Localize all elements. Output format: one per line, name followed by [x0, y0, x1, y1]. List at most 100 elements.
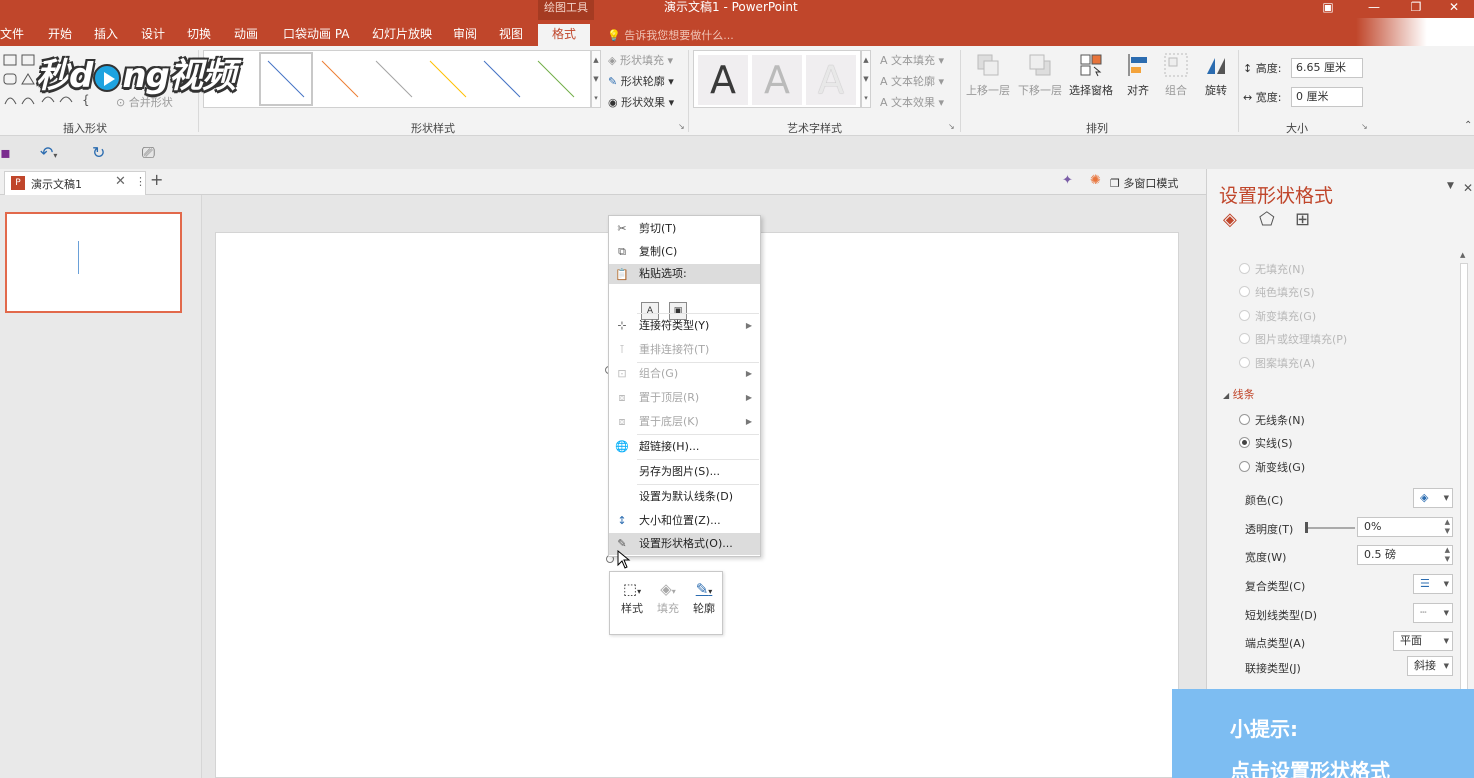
wordart-gallery[interactable]: A A A: [693, 50, 861, 108]
shape-fill-button[interactable]: ◈ 形状填充 ▾: [608, 52, 673, 68]
wordart-style-2[interactable]: A: [752, 55, 802, 105]
gallery-scroll[interactable]: ▲ ▼ ▾: [591, 50, 601, 108]
radio-solid-fill[interactable]: [1239, 286, 1250, 297]
menu-item-copy[interactable]: ⧉ 复制(C): [609, 241, 760, 263]
add-tab-icon[interactable]: +: [150, 170, 163, 189]
join-type-dropdown[interactable]: 斜接: [1407, 656, 1453, 676]
wordart-launcher-icon[interactable]: ↘: [948, 122, 955, 131]
powerpoint-icon: P: [11, 176, 25, 190]
tab-design[interactable]: 设计: [141, 26, 165, 46]
line-style-swatches[interactable]: [204, 51, 590, 107]
tab-file[interactable]: 文件: [0, 26, 24, 46]
menu-item-hyperlink[interactable]: 🌐 超链接(H)...: [609, 436, 760, 458]
send-backward-button[interactable]: 下移一层: [1012, 52, 1068, 98]
pin-icon[interactable]: ✦: [1062, 173, 1073, 188]
tab-view[interactable]: 视图: [499, 26, 523, 46]
spinner-icon[interactable]: ▲ ▼: [1445, 546, 1450, 564]
height-input[interactable]: 6.65 厘米: [1291, 58, 1363, 78]
minimize-icon[interactable]: —: [1354, 0, 1394, 14]
restore-icon[interactable]: ❐: [1396, 0, 1436, 14]
wordart-style-1[interactable]: A: [698, 55, 748, 105]
shape-style-gallery[interactable]: [203, 50, 591, 108]
radio-solid-line[interactable]: [1239, 437, 1250, 448]
transparency-slider[interactable]: [1305, 522, 1355, 533]
undo-icon[interactable]: ↶▾: [40, 143, 57, 162]
radio-pattern-fill[interactable]: [1239, 357, 1250, 368]
multi-window-button[interactable]: ❐ 多窗口模式: [1110, 175, 1178, 191]
tell-me-search[interactable]: 💡 告诉我您想要做什么...: [607, 27, 734, 43]
menu-item-save-as-picture[interactable]: 另存为图片(S)...: [609, 461, 760, 483]
compound-type-dropdown[interactable]: ☰: [1413, 574, 1453, 594]
submenu-arrow-icon: ▶: [745, 417, 752, 426]
collapse-ribbon-icon[interactable]: ⌃: [1464, 120, 1472, 131]
tab-format[interactable]: 格式: [538, 24, 591, 46]
radio-no-line[interactable]: [1239, 414, 1250, 425]
rotate-button[interactable]: 旋转: [1188, 52, 1244, 98]
bring-forward-button[interactable]: 上移一层: [960, 52, 1016, 98]
spinner-icon[interactable]: ▲ ▼: [1445, 518, 1450, 536]
shape-styles-launcher-icon[interactable]: ↘: [678, 122, 685, 131]
color-picker-button[interactable]: ◈: [1413, 488, 1453, 508]
menu-item-cut[interactable]: ✂ 剪切(T): [609, 218, 760, 240]
radio-no-fill[interactable]: [1239, 263, 1250, 274]
width-input[interactable]: 0 厘米: [1291, 87, 1363, 107]
option-gradient-fill: 渐变填充(G): [1255, 310, 1317, 323]
tab-pocket-animation[interactable]: 口袋动画 PA: [283, 26, 350, 46]
submenu-arrow-icon: ▶: [745, 369, 752, 378]
shape-effects-button[interactable]: ◉ 形状效果 ▾: [608, 94, 674, 110]
dash-type-dropdown[interactable]: ┅: [1413, 603, 1453, 623]
scroll-thumb[interactable]: [1460, 263, 1468, 763]
fill-line-tab-icon[interactable]: ◈: [1223, 209, 1237, 230]
slide-thumbnail[interactable]: [5, 212, 182, 313]
tab-insert[interactable]: 插入: [94, 26, 118, 46]
wordart-style-3[interactable]: A: [806, 55, 856, 105]
present-icon[interactable]: ⎚: [142, 143, 155, 163]
bring-forward-icon: [977, 54, 999, 76]
tab-transitions[interactable]: 切换: [187, 26, 211, 46]
cap-type-dropdown[interactable]: 平面: [1393, 631, 1453, 651]
mini-outline-button[interactable]: ✎▾ 轮廓: [686, 578, 722, 616]
effects-tab-icon[interactable]: ⬠: [1259, 209, 1275, 230]
menu-item-set-default-line[interactable]: 设置为默认线条(D): [609, 486, 760, 508]
line-section-header[interactable]: ◢ 线条: [1223, 386, 1255, 402]
menu-item-send-to-back[interactable]: ⧈ 置于底层(K) ▶: [609, 411, 760, 433]
radio-picture-fill[interactable]: [1239, 333, 1250, 344]
size-launcher-icon[interactable]: ↘: [1361, 122, 1368, 131]
slider-knob[interactable]: [1305, 522, 1308, 533]
radio-gradient-fill[interactable]: [1239, 310, 1250, 321]
text-effects-button[interactable]: A 文本效果 ▾: [880, 94, 944, 110]
close-tab-icon[interactable]: ✕: [115, 174, 126, 189]
mini-style-button[interactable]: ⬚▾ 样式: [614, 578, 650, 616]
transparency-input[interactable]: 0% ▲ ▼: [1357, 517, 1453, 537]
wordart-scroll[interactable]: ▲ ▼ ▾: [861, 50, 871, 108]
settings-icon[interactable]: ✺: [1090, 173, 1101, 188]
size-properties-tab-icon[interactable]: ⊞: [1295, 209, 1310, 230]
text-fill-button[interactable]: A 文本填充 ▾: [880, 52, 944, 68]
mini-fill-button[interactable]: ◈▾ 填充: [650, 578, 686, 616]
text-outline-button[interactable]: A 文本轮廓 ▾: [880, 73, 944, 89]
tab-slideshow[interactable]: 幻灯片放映: [372, 26, 432, 46]
width-label: ↔ 宽度:: [1243, 91, 1282, 104]
menu-item-connector-type[interactable]: ⊹ 连接符类型(Y) ▶: [609, 315, 760, 337]
menu-item-bring-to-front[interactable]: ⧈ 置于顶层(R) ▶: [609, 387, 760, 409]
tab-home[interactable]: 开始: [48, 26, 72, 46]
menu-item-reroute-connectors[interactable]: ⊺ 重排连接符(T): [609, 339, 760, 361]
ribbon-display-icon[interactable]: ▣: [1308, 0, 1348, 14]
menu-item-size-position[interactable]: ↕ 大小和位置(Z)...: [609, 510, 760, 532]
tab-more-icon[interactable]: ⋮: [135, 175, 146, 188]
pane-close-icon[interactable]: ✕: [1463, 181, 1473, 195]
tab-review[interactable]: 审阅: [453, 26, 477, 46]
scroll-up-icon[interactable]: ▲: [1460, 251, 1465, 259]
menu-item-format-shape[interactable]: ✎ 设置形状格式(O)...: [609, 533, 760, 555]
tab-animations[interactable]: 动画: [234, 26, 258, 46]
line-width-input[interactable]: 0.5 磅 ▲ ▼: [1357, 545, 1453, 565]
document-tab[interactable]: P 演示文稿1 ✕ ⋮: [4, 171, 146, 195]
menu-item-group[interactable]: ⊡ 组合(G) ▶: [609, 363, 760, 385]
redo-icon[interactable]: ↻: [92, 143, 105, 162]
pane-options-icon[interactable]: ▼: [1447, 181, 1454, 191]
save-icon[interactable]: ▪: [0, 143, 11, 162]
shape-outline-button[interactable]: ✎ 形状轮廓 ▾: [608, 73, 674, 89]
group-label-wordart: 艺术字样式: [787, 122, 842, 135]
radio-gradient-line[interactable]: [1239, 461, 1250, 472]
close-window-icon[interactable]: ✕: [1434, 0, 1474, 14]
